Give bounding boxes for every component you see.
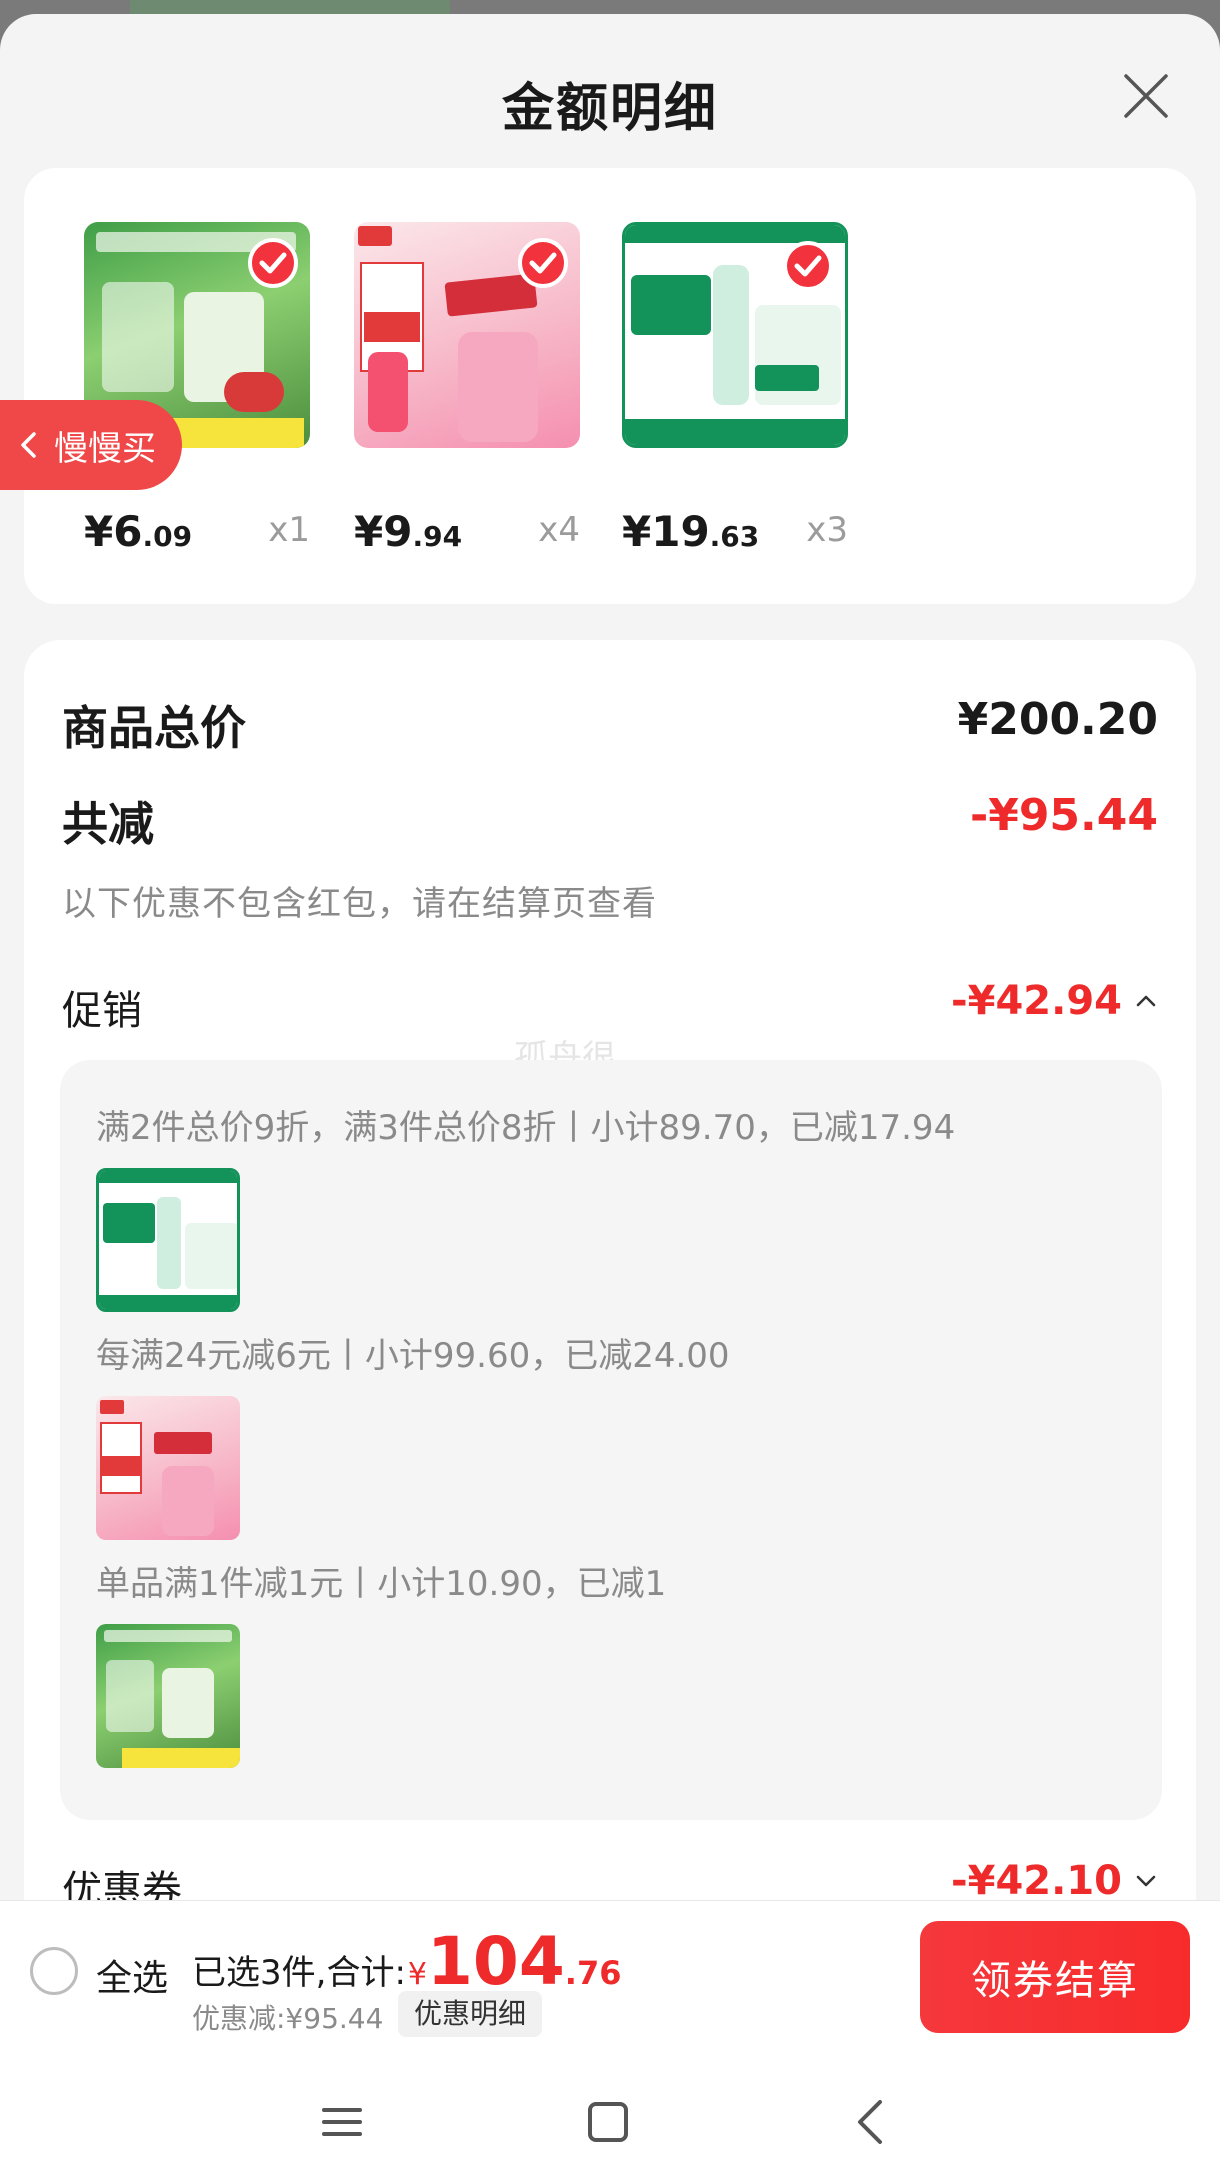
- coupon-value: -¥42.10: [951, 1858, 1122, 1904]
- promo-rule-2: 每满24元减6元丨小计99.60，已减24.00: [96, 1336, 730, 1376]
- home-button[interactable]: [578, 2092, 638, 2152]
- selected-summary: 已选3件,合计: ¥ 104 .76: [192, 1923, 621, 2000]
- summary-currency: ¥: [407, 1957, 427, 1992]
- promo-toggle[interactable]: -¥42.94: [951, 978, 1158, 1024]
- amount-breakdown-card: 商品总价 ¥200.20 共减 -¥95.44 以下优惠不包含红包，请在结算页查…: [24, 640, 1196, 2040]
- chevron-left-icon: [21, 432, 36, 458]
- product-image-2: [354, 222, 580, 448]
- total-price-label: 商品总价: [62, 701, 246, 755]
- menu-icon: [322, 2108, 362, 2136]
- back-chevron-icon: [858, 2100, 882, 2144]
- slow-buy-label: 慢慢买: [54, 428, 156, 469]
- checkout-button[interactable]: 领券结算: [920, 1921, 1190, 2033]
- chevron-up-icon: [1136, 995, 1156, 1007]
- saving-text: 优惠减:¥95.44: [192, 2002, 384, 2035]
- discount-detail-button[interactable]: 优惠明细: [398, 1991, 543, 2037]
- product-item-3[interactable]: ¥19.63 x3: [622, 222, 848, 556]
- reduce-note: 以下优惠不包含红包，请在结算页查看: [62, 884, 657, 924]
- promo-value: -¥42.94: [951, 978, 1122, 1024]
- checked-icon: [248, 238, 298, 288]
- promo-details-box: 满2件总价9折，满3件总价8折丨小计89.70，已减17.94 每满24元减6元…: [60, 1060, 1162, 1820]
- product-item-2[interactable]: ¥9.94 x4: [354, 222, 580, 556]
- promo-label: 促销: [62, 988, 142, 1034]
- promo-rule-1: 满2件总价9折，满3件总价8折丨小计89.70，已减17.94: [96, 1108, 956, 1148]
- summary-amount-int: 104: [427, 1923, 565, 2000]
- selected-products-card: ¥6.09 x1 ¥9.94 x4 ¥19.63 x3: [24, 168, 1196, 604]
- product-price-2: ¥9.94: [354, 507, 463, 556]
- home-square-icon: [588, 2102, 628, 2142]
- total-reduce-label: 共减: [62, 797, 154, 851]
- promo-rule-3: 单品满1件减1元丨小计10.90，已减1: [96, 1564, 667, 1604]
- promo-product-image-1: [96, 1168, 240, 1312]
- back-button[interactable]: [842, 2092, 902, 2152]
- promo-product-image-2: [96, 1396, 240, 1540]
- product-price-1: ¥6.09: [84, 507, 193, 556]
- select-all-checkbox[interactable]: [30, 1947, 78, 1995]
- product-qty-3: x3: [806, 510, 848, 550]
- summary-text: 已选3件,合计:: [192, 1953, 406, 1993]
- amount-detail-sheet: 金额明细 ¥6.09 x1 ¥9.94 x4 ¥19.63 x3 慢慢买 商品总…: [0, 14, 1220, 2178]
- summary-amount-cents: .76: [564, 1954, 622, 1992]
- checked-icon: [518, 238, 568, 288]
- slow-buy-tag[interactable]: 慢慢买: [0, 400, 182, 490]
- chevron-down-icon: [1136, 1875, 1156, 1887]
- coupon-toggle[interactable]: -¥42.10: [951, 1858, 1158, 1904]
- system-nav-bar: [0, 2050, 1220, 2178]
- recent-apps-button[interactable]: [312, 2092, 372, 2152]
- total-reduce-value: -¥95.44: [969, 790, 1158, 841]
- product-price-3: ¥19.63: [622, 507, 760, 556]
- product-image-3: [622, 222, 848, 448]
- close-icon: [1124, 74, 1168, 118]
- product-qty-1: x1: [268, 510, 310, 550]
- product-qty-2: x4: [538, 510, 580, 550]
- checkout-bar: 全选 已选3件,合计: ¥ 104 .76 优惠减:¥95.44 优惠明细 领券…: [0, 1900, 1220, 2050]
- sheet-title: 金额明细: [501, 79, 718, 139]
- promo-product-image-3: [96, 1624, 240, 1768]
- select-all-label[interactable]: 全选: [96, 1949, 168, 2001]
- total-price-value: ¥200.20: [957, 694, 1158, 745]
- close-button[interactable]: [1118, 68, 1174, 124]
- checked-icon: [783, 241, 833, 291]
